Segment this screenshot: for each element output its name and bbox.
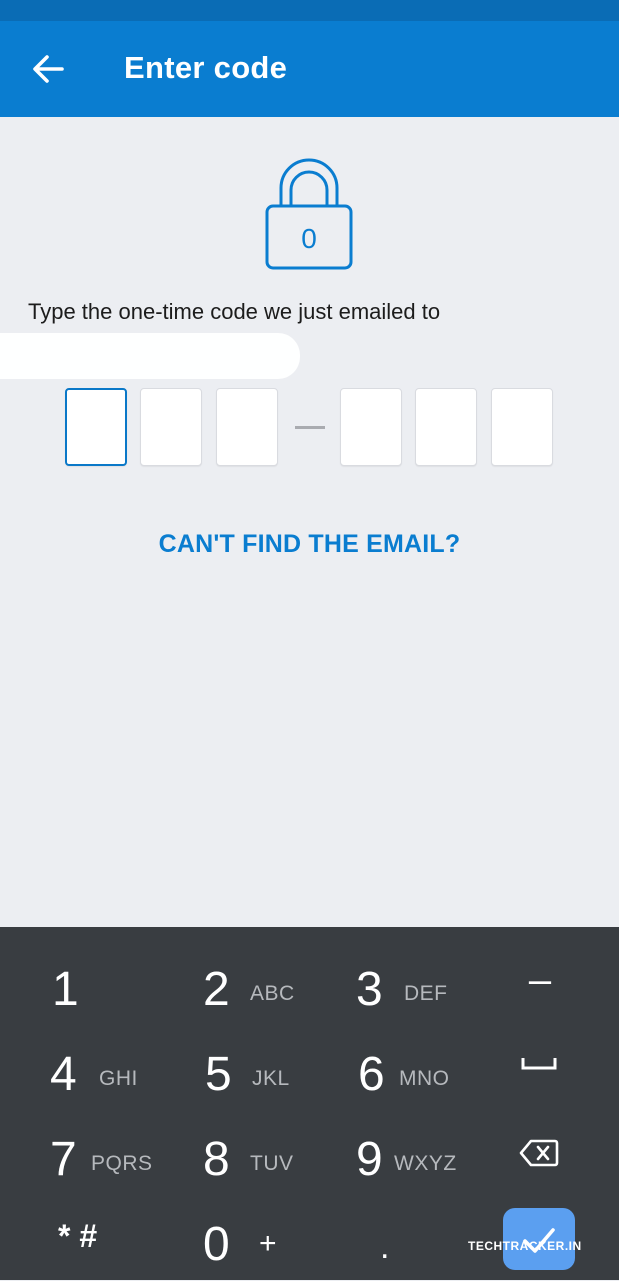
watermark: TECHTRACKER.IN	[468, 1239, 582, 1253]
key-9[interactable]: 9 WXYZ	[348, 1112, 478, 1196]
code-separator	[295, 426, 325, 429]
app-bar: Enter code	[0, 21, 619, 117]
code-digit-3[interactable]	[216, 388, 278, 466]
key-7[interactable]: 7 PQRS	[40, 1112, 170, 1196]
lock-icon: 0	[265, 158, 353, 270]
backspace-icon[interactable]	[519, 1137, 559, 1169]
key-dot[interactable]: .	[380, 1228, 389, 1267]
space-icon[interactable]	[520, 1054, 558, 1074]
key-0[interactable]: 0 +	[195, 1197, 325, 1281]
cant-find-email-link[interactable]: CAN'T FIND THE EMAIL?	[0, 530, 619, 559]
key-star-hash[interactable]: * #	[58, 1218, 97, 1255]
key-3[interactable]: 3 DEF	[348, 942, 478, 1026]
code-digit-6[interactable]	[491, 388, 553, 466]
arrow-left-icon	[33, 55, 64, 83]
key-1[interactable]: 1	[40, 942, 150, 1026]
key-6[interactable]: 6 MNO	[348, 1027, 478, 1111]
back-button[interactable]	[26, 46, 72, 92]
instruction-text: Type the one-time code we just emailed t…	[28, 299, 441, 324]
lock-digit: 0	[301, 223, 317, 254]
key-4[interactable]: 4 GHI	[40, 1027, 170, 1111]
key-2[interactable]: 2 ABC	[195, 942, 325, 1026]
redacted-email	[0, 333, 300, 379]
code-digit-1[interactable]	[65, 388, 127, 466]
key-minus[interactable]: –	[520, 960, 560, 1000]
code-digit-4[interactable]	[340, 388, 402, 466]
code-digit-5[interactable]	[415, 388, 477, 466]
key-8[interactable]: 8 TUV	[195, 1112, 325, 1196]
key-5[interactable]: 5 JKL	[195, 1027, 325, 1111]
page-title: Enter code	[124, 50, 288, 85]
status-bar	[0, 0, 619, 21]
code-digit-2[interactable]	[140, 388, 202, 466]
